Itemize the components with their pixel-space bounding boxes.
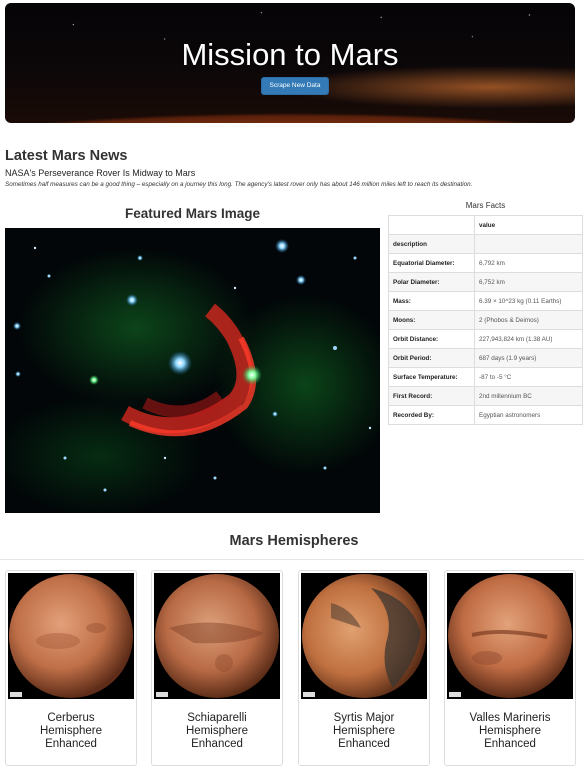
fact-label: Moons: <box>388 310 475 330</box>
news-heading: Latest Mars News <box>5 148 128 164</box>
fact-value: 6,792 km <box>474 253 583 273</box>
fact-value: 2 (Phobos & Deimos) <box>474 310 583 330</box>
hemisphere-title: Schiaparelli Hemisphere Enhanced <box>186 712 248 750</box>
fact-value: -87 to -5 °C <box>474 367 583 387</box>
hemisphere-card-syrtis-major[interactable]: Syrtis Major Hemisphere Enhanced <box>298 570 430 766</box>
page-title: Mission to Mars <box>181 37 399 72</box>
facts-header-label <box>388 215 475 235</box>
hemispheres-heading: Mars Hemispheres <box>229 533 359 549</box>
table-row: Recorded By: Egyptian astronomers <box>388 405 583 425</box>
hemisphere-image[interactable] <box>301 573 427 699</box>
hemisphere-card-cerberus[interactable]: Cerberus Hemisphere Enhanced <box>5 570 137 766</box>
usgs-logo <box>156 692 168 697</box>
fact-value: 687 days (1.9 years) <box>474 348 583 368</box>
table-row: First Record: 2nd millennium BC <box>388 386 583 406</box>
fact-label: Equatorial Diameter: <box>388 253 475 273</box>
fact-label: Recorded By: <box>388 405 475 425</box>
table-row: Orbit Period: 687 days (1.9 years) <box>388 348 583 368</box>
hemisphere-title: Cerberus Hemisphere Enhanced <box>40 712 102 750</box>
facts-heading: Mars Facts <box>465 201 506 210</box>
facts-table: value description Equatorial Diameter: 6… <box>388 215 583 425</box>
usgs-logo <box>10 692 22 697</box>
usgs-logo <box>303 692 315 697</box>
facts-header-row: value <box>388 215 583 235</box>
fact-label: Mass: <box>388 291 475 311</box>
hemisphere-title: Valles Marineris Hemisphere Enhanced <box>469 712 551 750</box>
featured-image-heading: Featured Mars Image <box>124 206 261 221</box>
fact-label: Orbit Period: <box>388 348 475 368</box>
news-title: NASA's Perseverance Rover Is Midway to M… <box>5 168 196 178</box>
fact-label: description <box>388 234 475 254</box>
scrape-button[interactable]: Scrape New Data <box>261 77 329 95</box>
fact-label: Polar Diameter: <box>388 272 475 292</box>
table-row: Equatorial Diameter: 6,792 km <box>388 253 583 273</box>
fact-value: 6.39 × 10^23 kg (0.11 Earths) <box>474 291 583 311</box>
table-row: Mass: 6.39 × 10^23 kg (0.11 Earths) <box>388 291 583 311</box>
fact-label: First Record: <box>388 386 475 406</box>
featured-image <box>5 228 380 513</box>
fact-value: Egyptian astronomers <box>474 405 583 425</box>
table-row: Surface Temperature: -87 to -5 °C <box>388 367 583 387</box>
news-teaser: Sometimes half measures can be a good th… <box>5 181 473 188</box>
table-row: Orbit Distance: 227,943,824 km (1.38 AU) <box>388 329 583 349</box>
usgs-logo <box>449 692 461 697</box>
facts-header-value: value <box>474 215 583 235</box>
fact-value: 227,943,824 km (1.38 AU) <box>474 329 583 349</box>
table-row: Polar Diameter: 6,752 km <box>388 272 583 292</box>
hemisphere-card-valles-marineris[interactable]: Valles Marineris Hemisphere Enhanced <box>444 570 576 766</box>
hemisphere-image[interactable] <box>447 573 573 699</box>
fact-label: Orbit Distance: <box>388 329 475 349</box>
header-banner: Mission to Mars Scrape New Data <box>5 3 575 123</box>
section-divider <box>0 559 584 560</box>
fact-label: Surface Temperature: <box>388 367 475 387</box>
fact-value <box>474 234 583 254</box>
fact-value: 6,752 km <box>474 272 583 292</box>
featured-image-graphic <box>13 239 372 492</box>
hemisphere-image[interactable] <box>154 573 280 699</box>
fact-value: 2nd millennium BC <box>474 386 583 406</box>
table-row: description <box>388 234 583 254</box>
hemisphere-card-schiaparelli[interactable]: Schiaparelli Hemisphere Enhanced <box>151 570 283 766</box>
hemisphere-title: Syrtis Major Hemisphere Enhanced <box>333 712 395 750</box>
hemisphere-image[interactable] <box>8 573 134 699</box>
table-row: Moons: 2 (Phobos & Deimos) <box>388 310 583 330</box>
